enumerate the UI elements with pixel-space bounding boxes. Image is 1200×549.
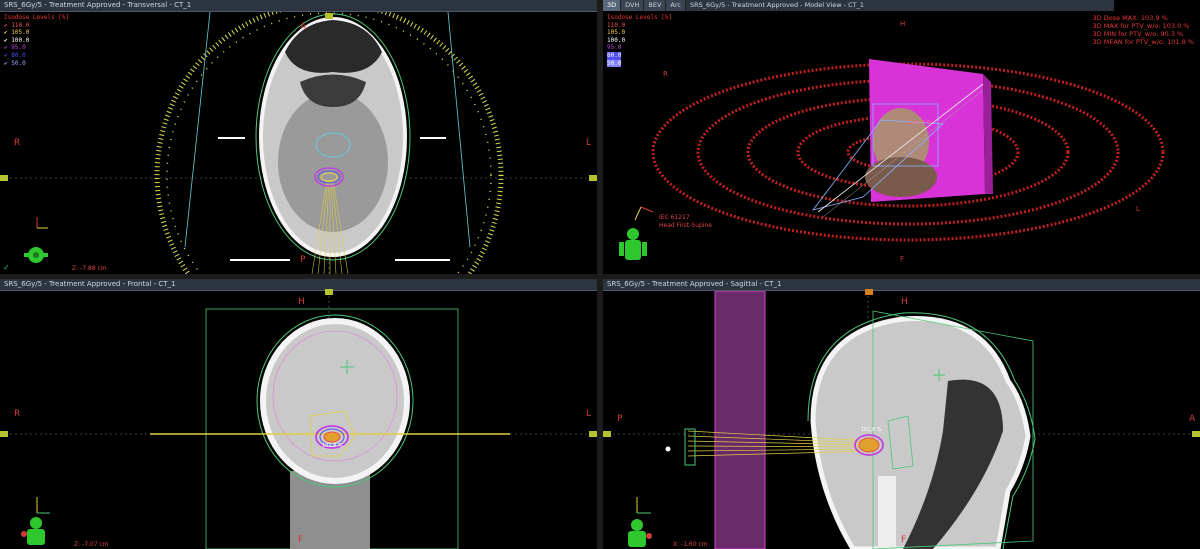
patient-position: Head First-Supine <box>659 222 712 229</box>
orientation-right: L <box>586 409 592 419</box>
dose-stat-line: 3D MIN for PTV_w/o: 90.3 % <box>1092 30 1184 38</box>
patient-orientation-icon <box>628 519 652 547</box>
isodose-level: 50.0 <box>607 59 622 68</box>
patient-orientation-icon <box>21 517 45 545</box>
isocenter-marker-right[interactable] <box>589 431 597 437</box>
orientation-left: P <box>617 414 623 424</box>
isocenter-marker-top[interactable] <box>865 289 873 295</box>
isodose-legend: Isodose Levels [%] ✔ 110.0 ✔ 105.0 ✔ 100… <box>4 14 69 67</box>
isodose-level: 95.0 <box>11 44 26 52</box>
isodose-level: 100.0 <box>11 36 30 44</box>
orientation-bottom: F <box>901 535 907 545</box>
isocenter-marker-left[interactable] <box>0 175 8 181</box>
isodose-level: 105.0 <box>607 29 626 37</box>
isodose-level: 80.0 <box>607 51 622 60</box>
transversal-image <box>0 12 597 274</box>
isodose-level: 105.0 <box>11 29 30 37</box>
isocenter-marker-left[interactable] <box>603 431 611 437</box>
model-viewport[interactable]: 3D DVH BEV Arc SRS_6Gy/5 - Treatment App… <box>603 0 1200 274</box>
dose-stat-line: 3D Dose MAX: 103.9 % <box>1092 14 1168 22</box>
frontal-viewport[interactable]: SRS_6Gy/5 - Treatment Approved - Frontal… <box>0 279 597 549</box>
orientation-left: R <box>14 409 21 419</box>
orientation-bottom: P <box>300 255 306 265</box>
viewport-title: SRS_6Gy/5 - Treatment Approved - Frontal… <box>0 279 597 291</box>
tab-3d[interactable]: 3D <box>603 0 622 11</box>
transversal-viewport[interactable]: SRS_6Gy/5 - Treatment Approved - Transve… <box>0 0 597 274</box>
isocenter-marker-top[interactable] <box>325 289 333 295</box>
sagittal-viewport[interactable]: SRS_6Gy/5 - Treatment Approved - Sagitta… <box>603 279 1200 549</box>
isodose-legend-header: Isodose Levels [%] <box>4 14 70 21</box>
dose-tag: 101.0 % <box>909 120 932 126</box>
orientation-bottom: F <box>298 535 304 545</box>
isodose-legend-header: Isodose Levels [%] <box>607 14 673 21</box>
orientation-bottom: F <box>900 255 905 263</box>
checkbox-icon[interactable]: ✔ <box>4 22 8 29</box>
horizontal-splitter[interactable] <box>0 274 1200 279</box>
checkbox-icon[interactable]: ✔ <box>4 52 8 59</box>
frontal-image <box>0 291 597 549</box>
isodose-legend: Isodose Levels [%] 110.0 105.0 100.0 95.… <box>607 14 673 68</box>
patient-position-label: IEC 61217 Head First-Supine <box>659 214 712 230</box>
sagittal-image <box>603 291 1200 549</box>
status-check-icon: ✓ <box>3 263 10 272</box>
viewport-title: SRS_6Gy/5 - Treatment Approved - Model V… <box>685 0 1114 11</box>
viewport-title: SRS_6Gy/5 - Treatment Approved - Sagitta… <box>603 279 1200 291</box>
isocenter-marker-top[interactable] <box>325 13 333 19</box>
dose-stat-line: 3D MEAN for PTV_w/o: 101.8 % <box>1092 38 1194 46</box>
isodose-level: 110.0 <box>607 21 626 29</box>
checkbox-icon[interactable]: ✔ <box>4 29 8 36</box>
dose-stat-line: 3D MAX for PTV_w/o: 103.0 % <box>1092 22 1190 30</box>
dose-tag: 101.8 % <box>322 443 343 449</box>
orientation-top: H <box>901 297 908 307</box>
viewport-title: SRS_6Gy/5 - Treatment Approved - Transve… <box>0 0 597 12</box>
model-3d-render <box>619 59 1165 260</box>
isocenter-marker-right[interactable] <box>1192 431 1200 437</box>
orientation-top: A <box>300 22 307 32</box>
dose-statistics: 3D Dose MAX: 103.9 % 3D MAX for PTV_w/o:… <box>1093 14 1194 46</box>
tab-dvh[interactable]: DVH <box>621 0 645 11</box>
checkbox-icon[interactable]: ✔ <box>4 60 8 67</box>
orientation-top: H <box>900 20 906 28</box>
orientation-left: R <box>14 138 21 148</box>
orientation-right: L <box>586 138 592 148</box>
isodose-level: 100.0 <box>607 36 626 44</box>
isodose-level: 110.0 <box>11 21 30 29</box>
iec-label: IEC 61217 <box>659 214 690 221</box>
view-tabs: 3D DVH BEV Arc SRS_6Gy/5 - Treatment App… <box>603 0 1114 11</box>
isodose-level: 80.0 <box>11 51 26 59</box>
isodose-level: 95.0 <box>607 44 622 52</box>
slice-coordinate: Z: -7.07 cm <box>74 541 109 548</box>
orientation-right: L <box>1136 205 1140 213</box>
isocenter-marker-right[interactable] <box>589 175 597 181</box>
tab-arc[interactable]: Arc <box>666 0 686 11</box>
slice-coordinate: X: -1.60 cm <box>673 541 708 548</box>
patient-orientation-icon <box>619 228 647 260</box>
orientation-top: H <box>298 297 305 307</box>
isocenter-marker-left[interactable] <box>0 431 8 437</box>
orientation-left: R <box>663 70 668 78</box>
tab-bev[interactable]: BEV <box>644 0 667 11</box>
checkbox-icon[interactable]: ✔ <box>4 37 8 44</box>
orientation-right: A <box>1189 414 1196 424</box>
isodose-level: 50.0 <box>11 59 26 67</box>
slice-coordinate: Z: -7.88 cm <box>72 265 107 272</box>
checkbox-icon[interactable]: ✔ <box>4 44 8 51</box>
dose-tag: 101.8 % <box>861 427 882 433</box>
patient-orientation-icon <box>24 247 48 263</box>
